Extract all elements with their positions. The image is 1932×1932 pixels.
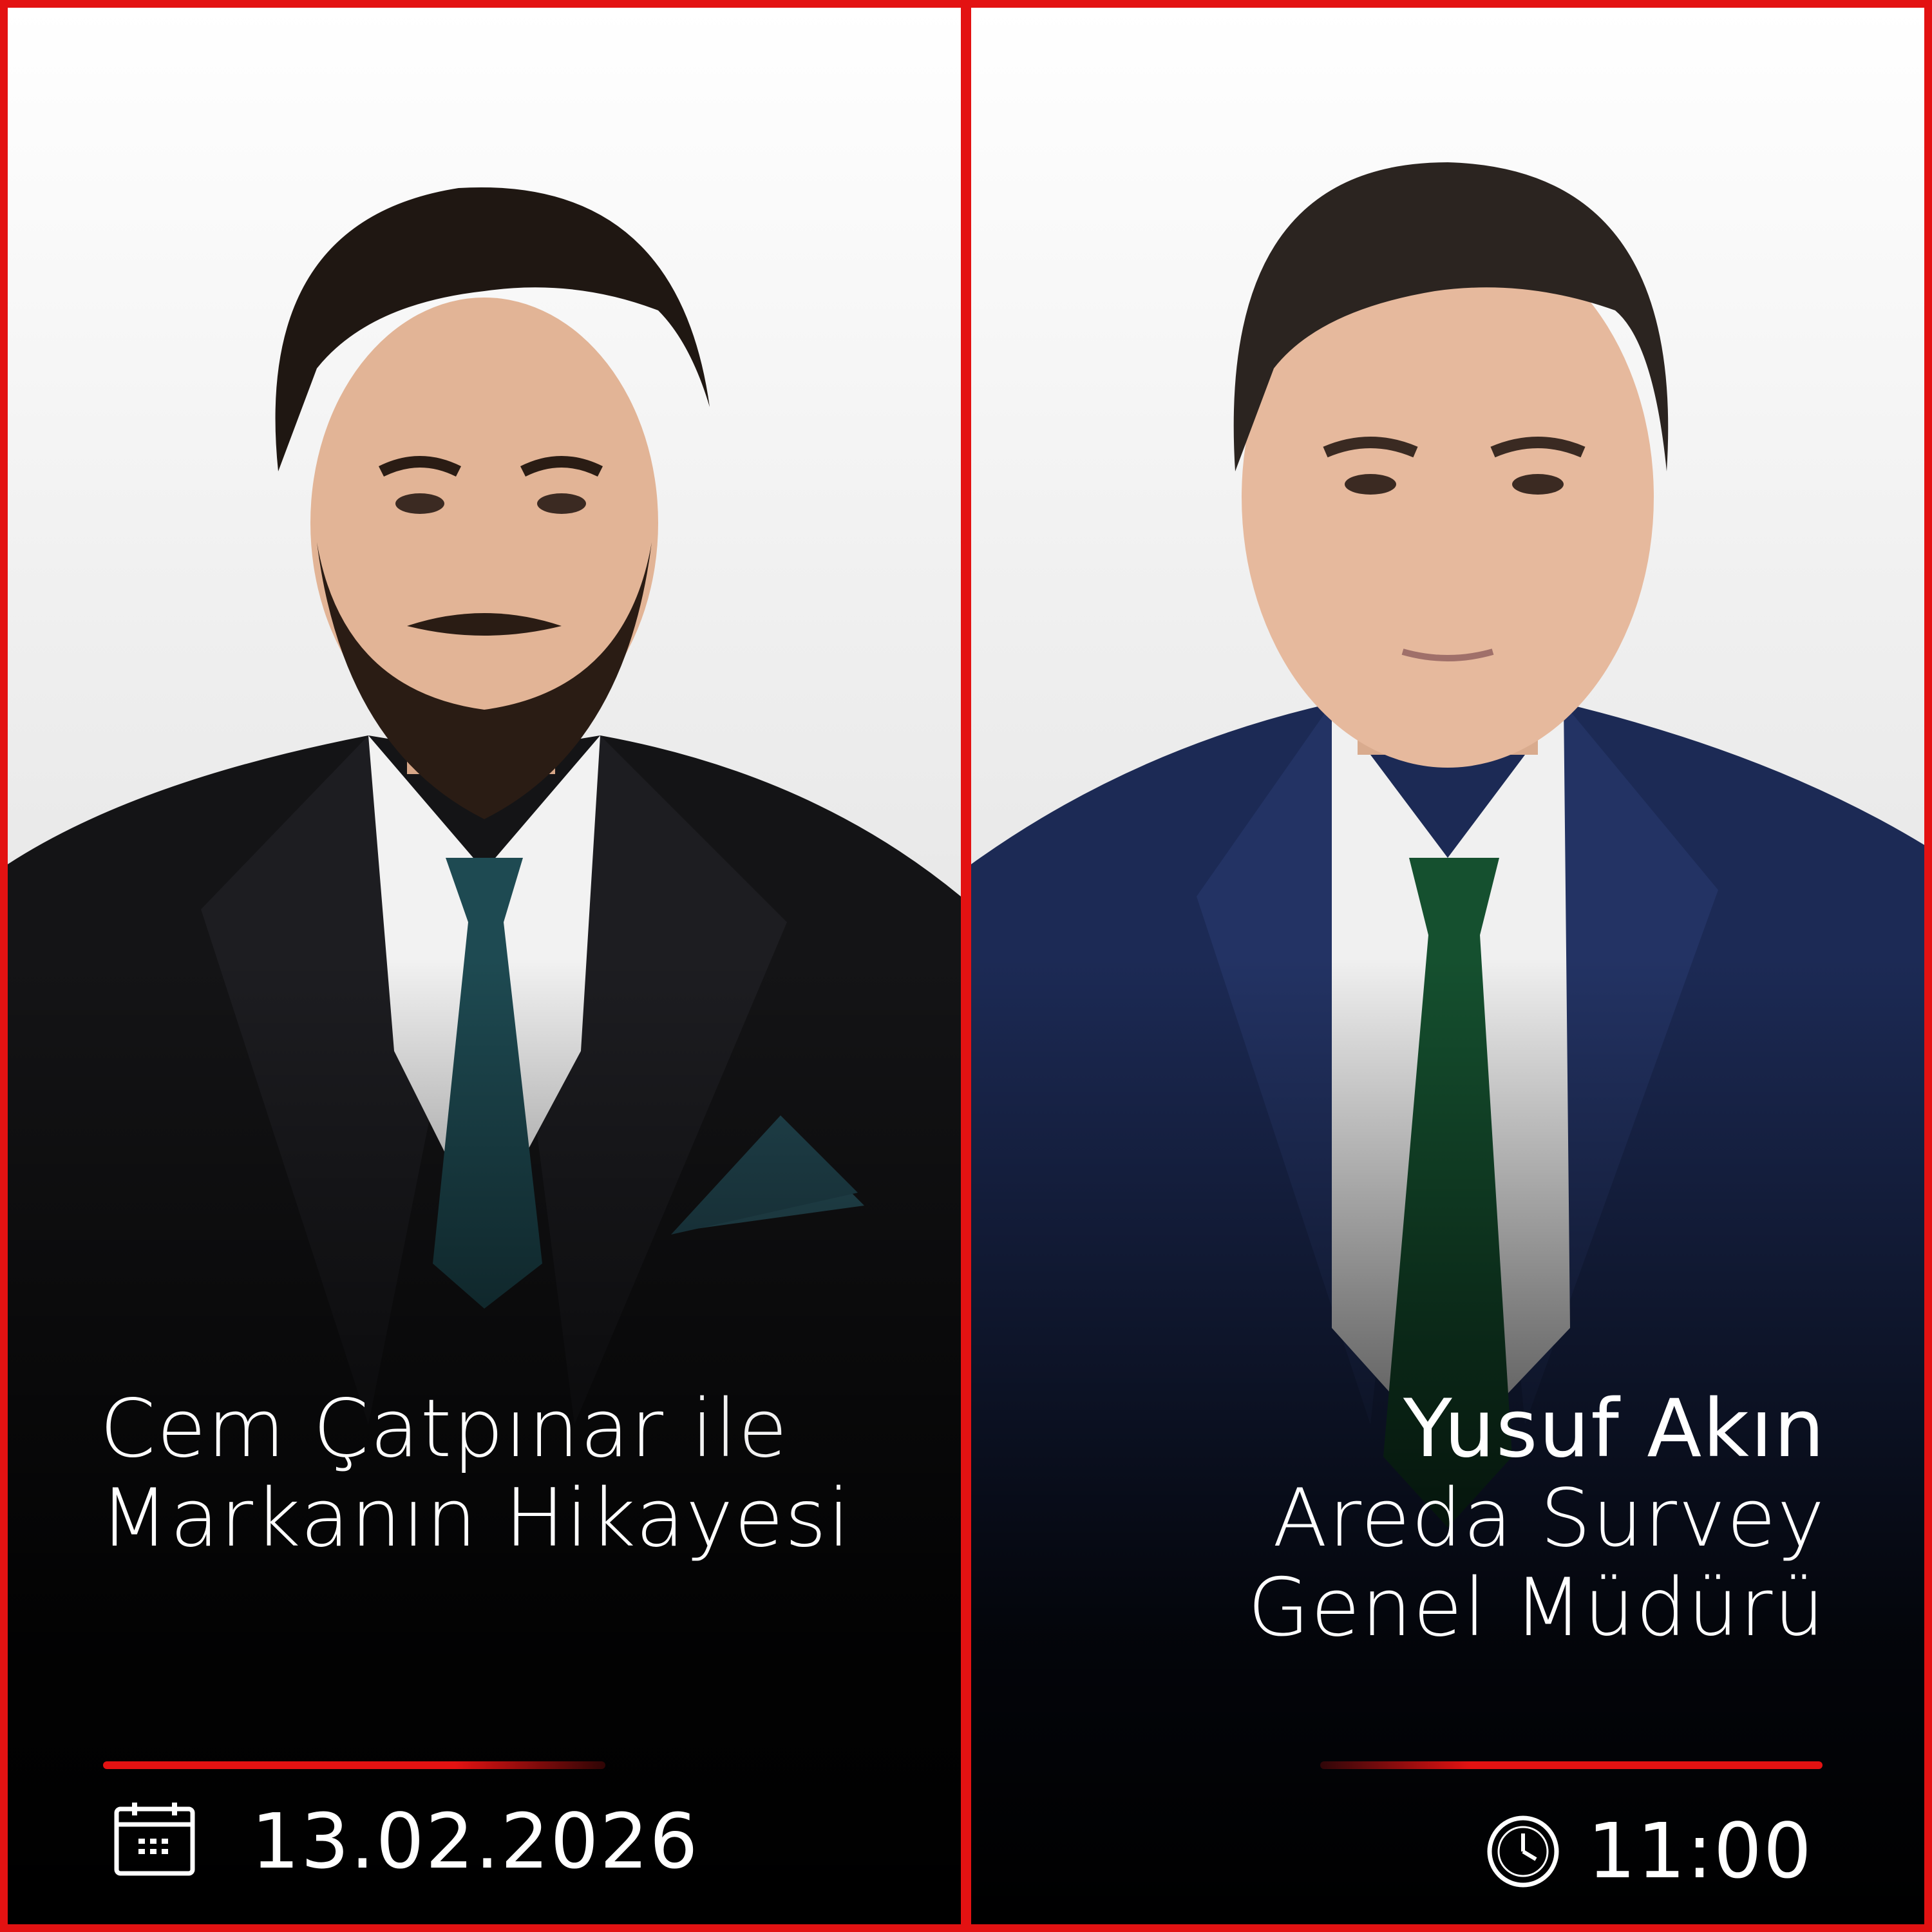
event-time: 11:00 — [1587, 1806, 1813, 1895]
right-company: Areda Survey — [1273, 1472, 1826, 1565]
left-accent-line — [103, 1761, 605, 1769]
left-title-line2: Markanın Hikayesi — [100, 1472, 851, 1565]
right-role: Genel Müdürü — [1247, 1561, 1826, 1654]
right-accent-line — [1320, 1761, 1823, 1769]
calendar-icon — [114, 1803, 195, 1876]
left-speaker-panel — [8, 8, 961, 1924]
left-speaker-name: Cem Çatpınar — [100, 1383, 665, 1475]
clock-icon — [1487, 1815, 1559, 1888]
left-title-line1: Cem Çatpınar ile — [100, 1385, 851, 1474]
left-connector: ile — [691, 1383, 789, 1475]
center-divider — [961, 0, 971, 1932]
right-title: Yusuf Akın Areda Survey Genel Müdürü — [1247, 1385, 1826, 1653]
right-speaker-name: Yusuf Akın — [1403, 1383, 1826, 1475]
event-date: 13.02.2026 — [251, 1797, 699, 1886]
left-title: Cem Çatpınar ile Markanın Hikayesi — [100, 1385, 851, 1564]
